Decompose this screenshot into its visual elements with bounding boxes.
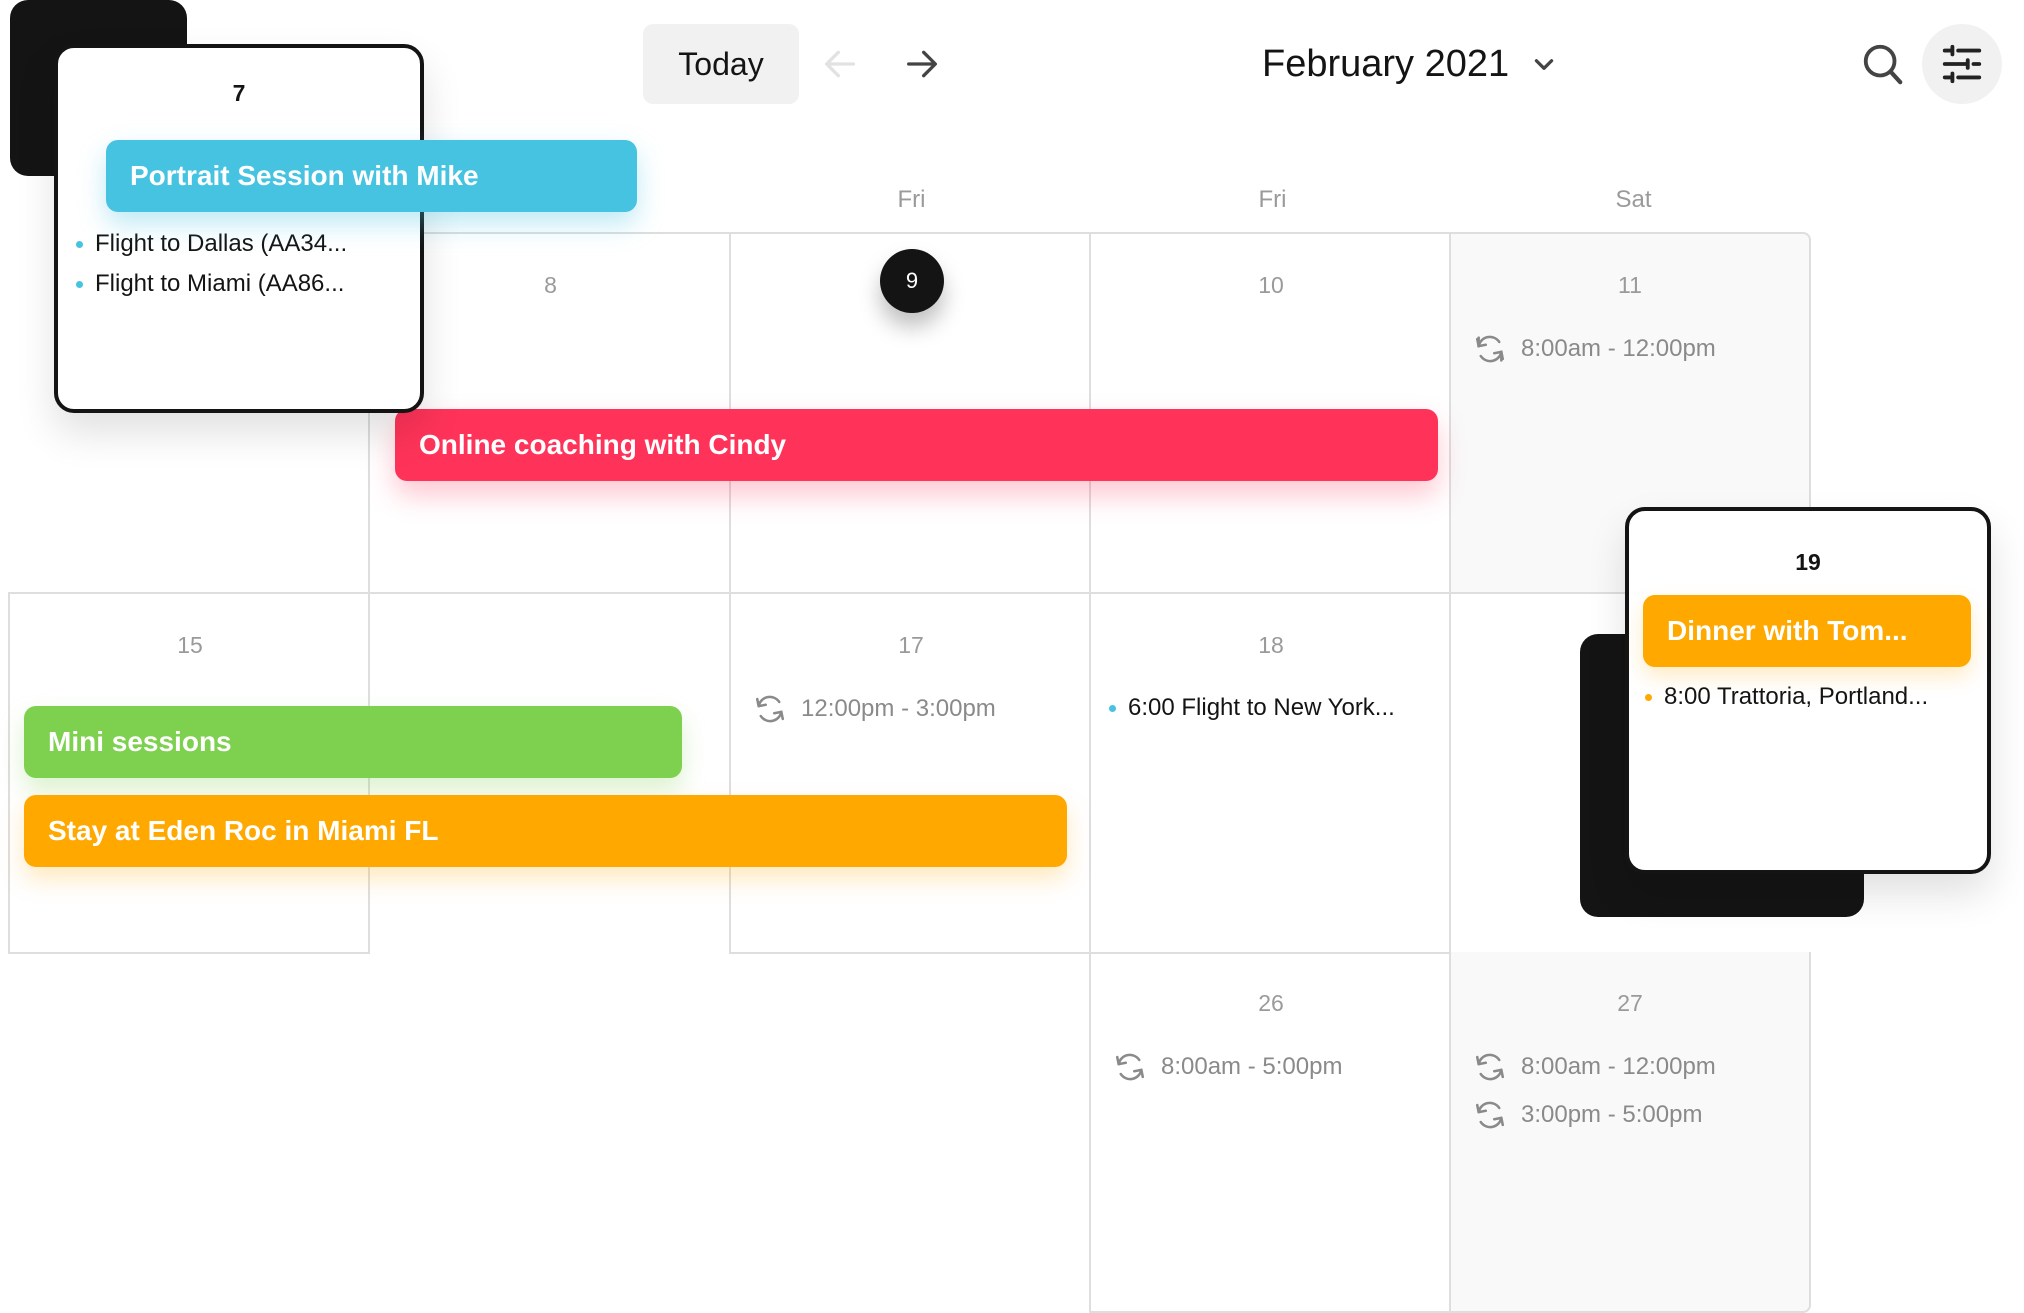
event-item-label: Flight to Miami (AA86...	[95, 270, 345, 297]
arrow-left-icon	[825, 50, 855, 78]
arrow-right-icon	[907, 50, 937, 78]
day-number: 26	[1258, 990, 1284, 1016]
day-number: 15	[177, 632, 203, 658]
weekday-label: Fri	[1258, 186, 1287, 213]
popup-day-number: 19	[1795, 549, 1821, 575]
day-number: 8	[544, 272, 557, 298]
day-number: 17	[898, 632, 924, 658]
search-button[interactable]	[1843, 24, 1923, 104]
event-item-label: Flight to Dallas (AA34...	[95, 230, 348, 257]
event-item-label: 8:00 Trattoria, Portland...	[1664, 683, 1929, 710]
recurring-icon	[1475, 1053, 1505, 1081]
event-item[interactable]: Flight to Dallas (AA34...	[76, 230, 347, 258]
event-mini-sessions[interactable]: Mini sessions	[24, 706, 682, 778]
day-19-popup[interactable]: 19 Dinner with Tom... 8:00 Trattoria, Po…	[1625, 507, 1991, 874]
day-cell-27[interactable]: 27 8:00am - 12:00pm 3:00pm - 5:00pm	[1449, 952, 1811, 1313]
day-number: 27	[1617, 990, 1643, 1016]
recurring-icon	[1475, 1101, 1505, 1129]
today-badge[interactable]: 9	[880, 249, 944, 313]
event-dot	[1109, 704, 1116, 712]
event-dot	[76, 280, 83, 288]
day-cell-26[interactable]: 26 8:00am - 5:00pm	[1089, 952, 1451, 1313]
recurring-item[interactable]: 8:00am - 12:00pm	[1473, 332, 1716, 366]
month-title: February 2021	[1262, 42, 1510, 85]
day-number: 10	[1258, 272, 1284, 298]
recurring-time: 8:00am - 5:00pm	[1161, 1053, 1343, 1080]
recurring-time: 8:00am - 12:00pm	[1521, 1053, 1716, 1080]
day-number: 18	[1258, 632, 1284, 658]
day-cell-18[interactable]: 18 6:00 Flight to New York...	[1089, 592, 1451, 954]
prev-month-button[interactable]	[810, 34, 870, 94]
event-dot	[76, 240, 83, 248]
day-7-popup[interactable]: 7 Flight to Dallas (AA34... Flight to Mi…	[54, 44, 424, 413]
weekday-label: Sat	[1615, 186, 1652, 213]
today-button[interactable]: Today	[643, 24, 799, 104]
filter-button[interactable]	[1922, 24, 2002, 104]
event-item[interactable]: 6:00 Flight to New York...	[1109, 694, 1395, 722]
event-online-coaching[interactable]: Online coaching with Cindy	[395, 409, 1438, 481]
chevron-down-icon	[1534, 59, 1554, 70]
recurring-icon	[1475, 335, 1505, 363]
recurring-time: 8:00am - 12:00pm	[1521, 335, 1716, 362]
event-item[interactable]: Flight to Miami (AA86...	[76, 270, 344, 298]
event-portrait-session[interactable]: Portrait Session with Mike	[106, 140, 637, 212]
recurring-time: 3:00pm - 5:00pm	[1521, 1101, 1703, 1128]
recurring-item[interactable]: 8:00am - 5:00pm	[1113, 1050, 1342, 1084]
day-cell-17[interactable]: 17 12:00pm - 3:00pm	[729, 592, 1091, 954]
event-item[interactable]: 8:00 Trattoria, Portland...	[1645, 683, 1928, 711]
sliders-icon	[1942, 44, 1982, 84]
event-dot	[1645, 693, 1652, 701]
month-selector[interactable]: February 2021	[1262, 36, 1557, 92]
day-number: 11	[1618, 272, 1642, 298]
recurring-item[interactable]: 8:00am - 12:00pm	[1473, 1050, 1716, 1084]
weekday-label: Fri	[897, 186, 926, 213]
event-stay-eden-roc[interactable]: Stay at Eden Roc in Miami FL	[24, 795, 1067, 867]
recurring-icon	[755, 695, 785, 723]
event-dinner-with-tom[interactable]: Dinner with Tom...	[1643, 595, 1971, 667]
recurring-icon	[1115, 1053, 1145, 1081]
recurring-item[interactable]: 3:00pm - 5:00pm	[1473, 1098, 1702, 1132]
popup-day-number: 7	[232, 80, 246, 106]
recurring-time: 12:00pm - 3:00pm	[801, 695, 996, 722]
event-item-label: 6:00 Flight to New York...	[1128, 694, 1395, 721]
recurring-item[interactable]: 12:00pm - 3:00pm	[753, 692, 996, 726]
search-icon	[1863, 44, 1903, 85]
next-month-button[interactable]	[892, 34, 952, 94]
